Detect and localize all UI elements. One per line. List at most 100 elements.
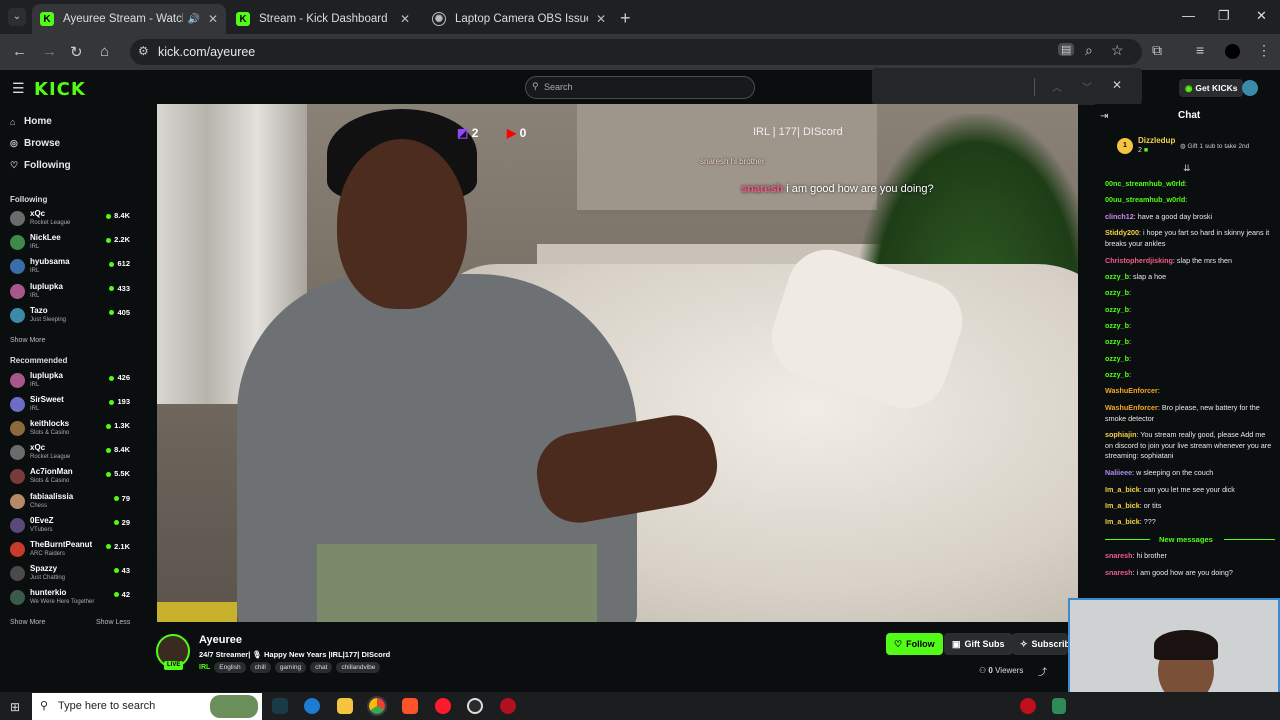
new-tab-icon[interactable]: + — [620, 8, 631, 29]
show-more-recommended[interactable]: Show More — [10, 619, 45, 626]
media-control-icon[interactable]: ≡ — [1196, 42, 1204, 58]
reload-icon[interactable]: ↻ — [70, 43, 83, 61]
kick-logo[interactable]: KICK — [34, 79, 86, 100]
chat-username[interactable]: 00nc_streamhub_w0rld — [1105, 179, 1185, 188]
opera-icon[interactable] — [435, 698, 451, 714]
recommended-channel-row[interactable]: 0EveZ VTubers 29 — [10, 516, 134, 538]
recommended-channel-row[interactable]: Spazzy Just Chatting 43 — [10, 564, 134, 586]
chat-username[interactable]: ozzy_b — [1105, 288, 1129, 297]
extensions-icon[interactable]: ⧉ — [1152, 42, 1162, 59]
recommended-channel-row[interactable]: xQc Rocket League 8.4K — [10, 443, 134, 465]
nav-browse[interactable]: ◎ Browse — [10, 138, 60, 149]
gift-subs-button[interactable]: ▣ Gift Subs — [944, 633, 1013, 655]
url-bar[interactable]: ⚙ kick.com/ayeuree — [130, 39, 1142, 65]
obs-icon[interactable] — [467, 698, 483, 714]
edge-icon[interactable] — [304, 698, 320, 714]
page-icon[interactable]: ▤ — [1058, 43, 1075, 56]
find-next-icon[interactable]: ﹀ — [1082, 79, 1092, 94]
tag-chillandvibe[interactable]: chillandvibe — [336, 662, 381, 673]
window-close-icon[interactable]: ✕ — [1256, 8, 1267, 24]
collapse-chat-icon[interactable]: ⇥ — [1100, 111, 1108, 122]
chat-username[interactable]: ozzy_b — [1105, 272, 1129, 281]
hamburger-menu-icon[interactable]: ☰ — [12, 80, 25, 97]
follow-button[interactable]: ♡ Follow — [886, 633, 943, 655]
zoom-icon[interactable]: ⌕ — [1085, 42, 1093, 59]
nav-home[interactable]: ⌂ Home — [10, 116, 52, 127]
chat-username[interactable]: WashuEnforcer — [1105, 386, 1158, 395]
recommended-channel-row[interactable]: keithlocks Slots & Casino 1.3K — [10, 419, 134, 441]
recommended-channel-row[interactable]: fabiaalissia Chess 79 — [10, 492, 134, 514]
brave-icon[interactable] — [402, 698, 418, 714]
chat-username[interactable]: ozzy_b — [1105, 321, 1129, 330]
chat-username[interactable]: Christopherdjisking — [1105, 256, 1173, 265]
tag-chat[interactable]: chat — [310, 662, 333, 673]
following-channel-row[interactable]: luplupka IRL 433 — [10, 282, 134, 304]
chat-username[interactable]: snaresh — [1105, 551, 1133, 560]
chat-username[interactable]: Im_a_bick — [1105, 517, 1140, 526]
forward-icon[interactable]: → — [42, 43, 57, 60]
close-tab-icon[interactable]: ✕ — [400, 12, 410, 26]
chat-username[interactable]: Im_a_bick — [1105, 485, 1140, 494]
recommended-channel-row[interactable]: Ac7ionMan Slots & Casino 5.5K — [10, 467, 134, 489]
file-explorer-icon[interactable] — [337, 698, 353, 714]
tray-indicator-icon[interactable] — [1052, 698, 1066, 714]
taskbar-search-input[interactable]: ⚲ Type here to search — [32, 693, 262, 720]
video-player[interactable]: ◩ 2 ▶ 0 IRL | 177| DIScord snaresh hi br… — [157, 104, 1078, 622]
tag-gaming[interactable]: gaming — [274, 662, 307, 673]
pinned-gift-banner[interactable]: 1 Dizzledup 2 ■ ◍ Gift 1 sub to take 2nd — [1117, 136, 1275, 164]
close-tab-icon[interactable]: ✕ — [596, 12, 606, 26]
profile-avatar[interactable] — [1225, 44, 1240, 59]
channel-name[interactable]: Ayeuree — [199, 634, 242, 646]
recommended-channel-row[interactable]: hunterkio We Were Here Together 42 — [10, 588, 134, 610]
category-link[interactable]: IRL — [199, 664, 210, 671]
bookmark-star-icon[interactable]: ☆ — [1111, 42, 1124, 59]
tab-search-button[interactable]: ⌄ — [8, 8, 26, 26]
minimize-icon[interactable]: — — [1182, 8, 1195, 23]
find-prev-icon[interactable]: ︿ — [1052, 79, 1062, 94]
chat-username[interactable]: WashuEnforcer — [1105, 403, 1158, 412]
home-icon[interactable]: ⌂ — [100, 43, 109, 60]
taskview-icon[interactable] — [272, 698, 288, 714]
chat-username[interactable]: Stiddy200 — [1105, 228, 1139, 237]
tab-laptop-camera[interactable]: ✺ Laptop Camera OBS Issue ✕ — [424, 4, 614, 34]
recommended-channel-row[interactable]: TheBurntPeanut ARC Raiders 2.1K — [10, 540, 134, 562]
speaker-icon[interactable]: 🔊 — [187, 14, 199, 25]
share-icon[interactable]: ⤴ — [1038, 665, 1047, 678]
search-input[interactable]: ⚲ Search — [525, 76, 755, 99]
tag-chill[interactable]: chill — [249, 662, 271, 673]
subscribe-button[interactable]: ✧ Subscrib — [1012, 633, 1068, 655]
show-less-recommended[interactable]: Show Less — [96, 619, 130, 626]
scroll-down-icon[interactable]: ⇊ — [1183, 163, 1191, 174]
chat-username[interactable]: ozzy_b — [1105, 370, 1129, 379]
windows-start-icon[interactable]: ⊞ — [10, 700, 20, 714]
maximize-icon[interactable]: ❐ — [1218, 8, 1230, 24]
chat-username[interactable]: sophiajin — [1105, 430, 1137, 439]
find-close-icon[interactable]: ✕ — [1112, 78, 1122, 92]
recommended-channel-row[interactable]: SirSweet IRL 193 — [10, 395, 134, 417]
chat-username[interactable]: Naliieee — [1105, 468, 1132, 477]
chat-username[interactable]: 00uu_streamhub_w0rld — [1105, 195, 1185, 204]
nav-following[interactable]: ♡ Following — [10, 160, 71, 171]
user-avatar[interactable] — [1242, 80, 1258, 96]
following-channel-row[interactable]: xQc Rocket League 8.4K — [10, 209, 134, 231]
following-channel-row[interactable]: hyubsama IRL 612 — [10, 257, 134, 279]
app-icon[interactable] — [500, 698, 516, 714]
menu-dots-icon[interactable]: ⋮ — [1257, 42, 1271, 59]
chat-username[interactable]: ozzy_b — [1105, 305, 1129, 314]
chat-username[interactable]: Im_a_bick — [1105, 501, 1140, 510]
chat-username[interactable]: ozzy_b — [1105, 354, 1129, 363]
get-kicks-button[interactable]: ◉ Get KICKs — [1179, 79, 1244, 97]
tab-kick-dashboard[interactable]: K Stream - Kick Dashboard ✕ — [228, 4, 418, 34]
recommended-channel-row[interactable]: luplupka IRL 426 — [10, 371, 134, 393]
back-icon[interactable]: ← — [12, 43, 27, 60]
show-more-following[interactable]: Show More — [10, 337, 45, 344]
site-info-icon[interactable]: ⚙ — [138, 44, 149, 58]
close-tab-icon[interactable]: ✕ — [208, 12, 218, 26]
following-channel-row[interactable]: NickLee IRL 2.2K — [10, 233, 134, 255]
tab-ayeuree-stream[interactable]: K Ayeuree Stream - Watch Live on K 🔊 ✕ — [32, 4, 226, 34]
chrome-icon[interactable] — [367, 696, 387, 716]
chat-username[interactable]: clinch12 — [1105, 212, 1134, 221]
tray-app-icon[interactable] — [1020, 698, 1036, 714]
chat-username[interactable]: ozzy_b — [1105, 337, 1129, 346]
tag-english[interactable]: English — [214, 662, 246, 673]
